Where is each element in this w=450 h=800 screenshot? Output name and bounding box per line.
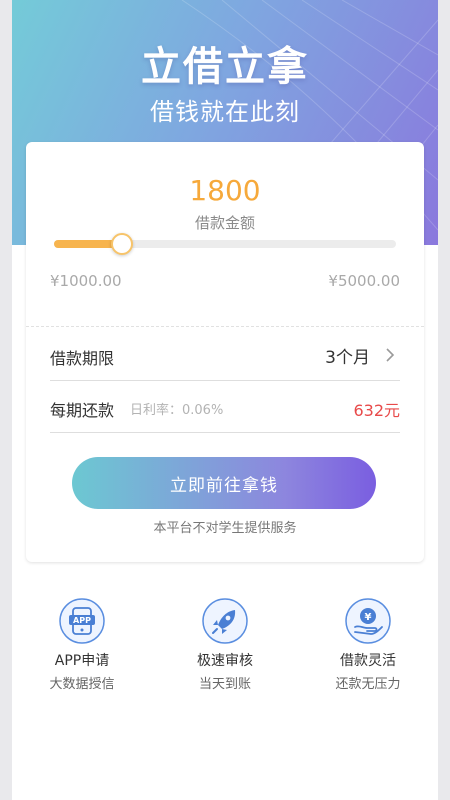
app-icon: APP (59, 598, 105, 644)
feature-subtitle: 大数据授信 (49, 677, 115, 692)
student-notice: 本平台不对学生提供服务 (153, 521, 297, 536)
amount-min-label: ¥1000.00 (50, 272, 122, 290)
app-screen: 立借立拿 借钱就在此刻 1800 借款金额 ¥1000.00 ¥5000.00 … (12, 0, 438, 800)
hero-subtitle: 借钱就在此刻 (150, 98, 300, 126)
loan-term-value: 3个月 (325, 348, 370, 368)
rocket-icon (202, 598, 248, 644)
feature-flexible-loan: ¥ 借款灵活 还款无压力 (303, 598, 433, 692)
amount-max-label: ¥5000.00 (328, 272, 400, 290)
repayment-value: 632元 (353, 401, 400, 420)
feature-title: 极速审核 (197, 653, 253, 669)
feature-list: APP APP申请 大数据授信 极速审核 当天到账 ¥ 借款灵活 还款无压力 (12, 598, 438, 698)
app-badge-text: APP (73, 616, 91, 625)
yuan-hand-icon: ¥ (345, 598, 391, 644)
feature-subtitle: 当天到账 (198, 677, 251, 692)
amount-slider-thumb[interactable] (111, 233, 133, 255)
loan-amount-label: 借款金额 (194, 214, 255, 232)
yuan-badge-text: ¥ (365, 612, 372, 623)
get-money-button[interactable]: 立即前往拿钱 (72, 457, 376, 509)
hero-title: 立借立拿 (141, 44, 309, 90)
loan-card: 1800 借款金额 ¥1000.00 ¥5000.00 借款期限 3个月 每期还… (26, 142, 424, 562)
repayment-row: 每期还款 日利率：0.06% 632元 (50, 381, 400, 433)
amount-slider[interactable] (54, 233, 396, 255)
feature-title: APP申请 (54, 653, 110, 669)
dashed-divider (26, 326, 424, 327)
repayment-label: 每期还款 (50, 401, 115, 420)
feature-fast-review: 极速审核 当天到账 (160, 598, 290, 692)
feature-subtitle: 还款无压力 (335, 677, 401, 692)
daily-rate: 日利率：0.06% (130, 403, 224, 418)
loan-amount: 1800 (189, 174, 261, 207)
loan-term-label: 借款期限 (50, 349, 115, 368)
feature-title: 借款灵活 (340, 653, 396, 669)
loan-term-row[interactable]: 借款期限 3个月 (50, 329, 400, 381)
chevron-right-icon (386, 348, 395, 362)
feature-app-apply: APP APP申请 大数据授信 (17, 598, 147, 692)
